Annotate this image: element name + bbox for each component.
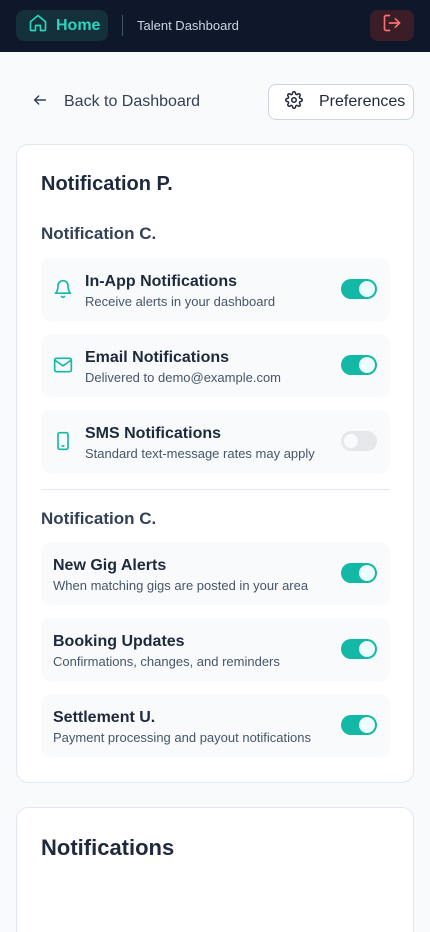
channel-description: Receive alerts in your dashboard	[85, 294, 276, 309]
channel-row-in-app: In-App Notifications Receive alerts in y…	[41, 258, 390, 321]
home-icon	[28, 13, 48, 38]
category-row-settlement-updates: Settlement U. Payment processing and pay…	[41, 694, 390, 757]
category-label: Booking Updates	[53, 633, 185, 650]
home-label: Home	[56, 16, 101, 34]
category-label: Settlement U.	[53, 709, 156, 726]
channel-label: SMS Notifications	[85, 425, 222, 442]
app-title: Talent Dashboard	[137, 18, 239, 33]
toggle-knob	[359, 357, 375, 373]
back-label: Back to Dashboard	[64, 93, 201, 110]
mail-icon	[53, 355, 73, 375]
back-to-dashboard-link[interactable]: Back to Dashboard	[32, 90, 200, 114]
channel-label: Email Notifications	[85, 349, 230, 366]
logout-icon	[382, 13, 402, 38]
booking-updates-toggle[interactable]	[341, 639, 377, 659]
header-divider	[122, 15, 123, 36]
channel-row-sms: SMS Notifications Standard text-message …	[41, 410, 390, 473]
notification-preferences-card: Notification P. Notification C. In-App N…	[16, 144, 414, 783]
category-label: New Gig Alerts	[53, 557, 167, 574]
in-app-notifications-toggle[interactable]	[341, 279, 377, 299]
toggle-knob	[359, 717, 375, 733]
top-bar: Home Talent Dashboard	[0, 0, 430, 52]
category-row-booking-updates: Booking Updates Confirmations, changes, …	[41, 618, 390, 681]
toggle-knob	[359, 565, 375, 581]
channel-label: In-App Notifications	[85, 273, 237, 290]
logout-button[interactable]	[370, 10, 414, 41]
category-row-new-gig-alerts: New Gig Alerts When matching gigs are po…	[41, 542, 390, 605]
categories-section-title: Notification C.	[41, 509, 157, 528]
category-description: When matching gigs are posted in your ar…	[53, 578, 309, 593]
toggle-knob	[343, 433, 359, 449]
sms-notifications-toggle[interactable]	[341, 431, 377, 451]
toggle-knob	[359, 281, 375, 297]
category-description: Payment processing and payout notificati…	[53, 730, 311, 745]
category-description: Confirmations, changes, and reminders	[53, 654, 280, 669]
channel-row-email: Email Notifications Delivered to demo@ex…	[41, 334, 390, 397]
gear-icon	[285, 90, 303, 114]
email-notifications-toggle[interactable]	[341, 355, 377, 375]
notifications-card: Notifications	[16, 807, 414, 932]
settlement-updates-toggle[interactable]	[341, 715, 377, 735]
home-button[interactable]: Home	[16, 10, 108, 41]
toggle-knob	[359, 641, 375, 657]
preferences-label: Preferences	[319, 93, 406, 110]
channel-description: Standard text-message rates may apply	[85, 446, 315, 461]
notifications-title: Notifications	[41, 835, 175, 860]
channel-description: Delivered to demo@example.com	[85, 370, 282, 385]
section-divider	[41, 489, 390, 490]
new-gig-alerts-toggle[interactable]	[341, 563, 377, 583]
arrow-left-icon	[32, 92, 48, 113]
preferences-button[interactable]: Preferences	[268, 84, 414, 120]
channels-section-title: Notification C.	[41, 224, 157, 243]
bell-icon	[53, 279, 73, 299]
card-title: Notification P.	[41, 173, 173, 195]
phone-icon	[53, 431, 73, 451]
